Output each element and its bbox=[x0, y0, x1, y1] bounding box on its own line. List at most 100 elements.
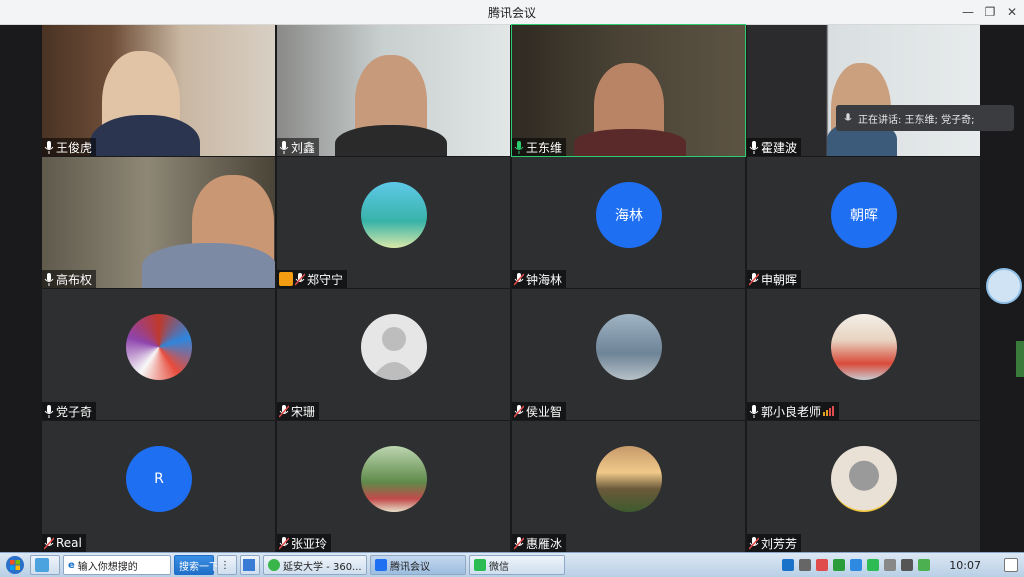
avatar-photo bbox=[596, 446, 662, 512]
mic-icon bbox=[44, 140, 54, 154]
wechat-tray-icon[interactable] bbox=[867, 559, 880, 571]
notification-icon[interactable] bbox=[1004, 558, 1018, 572]
start-button[interactable] bbox=[0, 553, 30, 577]
side-panel-handle[interactable] bbox=[1016, 341, 1024, 377]
mic-muted-icon bbox=[295, 272, 305, 286]
participant-name: 刘芳芳 bbox=[761, 536, 798, 551]
avatar-photo bbox=[831, 314, 897, 380]
mic-muted-icon bbox=[514, 404, 524, 418]
participant-tile[interactable]: 郑守宁 bbox=[277, 157, 510, 288]
tray-icon[interactable] bbox=[816, 559, 829, 571]
mic-muted-icon bbox=[279, 536, 289, 550]
minimize-button[interactable]: — bbox=[958, 3, 978, 21]
speaking-text: 正在讲话: 王东维; 党子奇; bbox=[858, 114, 975, 126]
taskbar-window-wechat[interactable]: 微信 bbox=[469, 555, 565, 575]
participant-tile[interactable]: 霍建波 bbox=[747, 25, 980, 156]
person-body bbox=[142, 243, 275, 288]
taskbar-window-label: 微信 bbox=[489, 561, 509, 573]
participant-tile[interactable]: 惠雁冰 bbox=[512, 421, 745, 552]
mic-icon bbox=[844, 112, 852, 120]
participant-tile[interactable]: 刘鑫 bbox=[277, 25, 510, 156]
avatar-photo bbox=[361, 446, 427, 512]
windows-logo-icon bbox=[6, 556, 24, 574]
browser-360-icon bbox=[268, 559, 280, 571]
tray-icon[interactable] bbox=[918, 559, 931, 571]
tray-icon[interactable] bbox=[782, 559, 795, 571]
taskbar-window-tencent-meeting[interactable]: 腾讯会议 bbox=[370, 555, 466, 575]
mic-icon bbox=[749, 140, 759, 154]
window-title: 腾讯会议 bbox=[487, 6, 536, 20]
name-bar: 高布权 bbox=[42, 270, 97, 288]
mic-icon bbox=[44, 272, 54, 286]
search-input[interactable]: e 输入你想搜的 bbox=[63, 555, 171, 575]
name-bar: 申朝晖 bbox=[747, 270, 802, 288]
restore-button[interactable]: ❐ bbox=[980, 3, 1000, 21]
participant-tile[interactable]: 刘芳芳 bbox=[747, 421, 980, 552]
name-bar: 张亚玲 bbox=[277, 534, 332, 552]
clock[interactable]: 10:07 bbox=[949, 559, 981, 572]
name-bar: 刘芳芳 bbox=[747, 534, 802, 552]
avatar-photo bbox=[596, 314, 662, 380]
taskbar-window-360[interactable]: 延安大学 - 360... bbox=[263, 555, 367, 575]
mic-speaking-icon bbox=[514, 140, 524, 154]
name-bar: 王俊虎 bbox=[42, 138, 97, 156]
volume-icon[interactable] bbox=[884, 559, 897, 571]
name-bar: 惠雁冰 bbox=[512, 534, 567, 552]
participant-tile[interactable]: 郭小良老师 bbox=[747, 289, 980, 420]
avatar-initials: 朝晖 bbox=[831, 182, 897, 248]
name-bar: 刘鑫 bbox=[277, 138, 320, 156]
avatar-initials: R bbox=[126, 446, 192, 512]
participant-tile[interactable]: 党子奇 bbox=[42, 289, 275, 420]
participant-tile-active-speaker[interactable]: 王东维 bbox=[511, 24, 746, 157]
participant-tile[interactable]: 海林 钟海林 bbox=[512, 157, 745, 288]
close-button[interactable]: ✕ bbox=[1002, 3, 1022, 21]
participant-name: 郭小良老师 bbox=[761, 404, 822, 419]
mic-muted-icon bbox=[279, 404, 289, 418]
avatar-photo bbox=[126, 314, 192, 380]
taskbar: e 输入你想搜的 搜索一下 ⋮ 延安大学 - 360... 腾讯会议 微信 10… bbox=[0, 552, 1024, 577]
signal-strength-icon bbox=[823, 406, 835, 416]
participant-name: 惠雁冰 bbox=[526, 536, 563, 551]
participant-tile[interactable]: 朝晖 申朝晖 bbox=[747, 157, 980, 288]
avatar-photo bbox=[831, 446, 897, 512]
taskbar-app-icon[interactable] bbox=[240, 555, 260, 575]
name-bar: 郭小良老师 bbox=[747, 402, 840, 420]
input-method-icon[interactable] bbox=[799, 559, 812, 571]
participant-tile[interactable]: 高布权 bbox=[42, 157, 275, 288]
mic-icon bbox=[749, 404, 759, 418]
avatar-initials: 海林 bbox=[596, 182, 662, 248]
participant-name: Real bbox=[56, 536, 82, 550]
mic-muted-icon bbox=[749, 272, 759, 286]
network-icon[interactable] bbox=[901, 559, 914, 571]
participant-name: 霍建波 bbox=[761, 140, 798, 155]
participant-name: 宋珊 bbox=[291, 404, 316, 419]
name-bar: 王东维 bbox=[512, 138, 567, 156]
participant-name: 钟海林 bbox=[526, 272, 563, 287]
name-bar: 霍建波 bbox=[747, 138, 802, 156]
search-button[interactable]: 搜索一下 bbox=[174, 555, 219, 575]
participant-tile[interactable]: 侯业智 bbox=[512, 289, 745, 420]
avatar-photo bbox=[361, 182, 427, 248]
quick-launch[interactable] bbox=[30, 555, 60, 575]
assistant-bubble-icon[interactable] bbox=[986, 268, 1022, 304]
participant-name: 王俊虎 bbox=[56, 140, 93, 155]
participant-name: 高布权 bbox=[56, 272, 93, 287]
tray-icon[interactable] bbox=[850, 559, 863, 571]
speaking-indicator: 正在讲话: 王东维; 党子奇; bbox=[836, 105, 1014, 131]
participant-tile[interactable]: 张亚玲 bbox=[277, 421, 510, 552]
participant-name: 侯业智 bbox=[526, 404, 563, 419]
grid-icon[interactable]: ⋮ bbox=[217, 555, 237, 575]
mic-muted-icon bbox=[514, 272, 524, 286]
participant-tile[interactable]: 王俊虎 bbox=[42, 25, 275, 156]
search-placeholder: 输入你想搜的 bbox=[77, 561, 138, 573]
mic-muted-icon bbox=[749, 536, 759, 550]
taskbar-window-label: 延安大学 - 360... bbox=[283, 561, 362, 573]
participant-tile[interactable]: 宋珊 bbox=[277, 289, 510, 420]
participant-tile[interactable]: R Real bbox=[42, 421, 275, 552]
default-avatar-icon bbox=[361, 314, 427, 380]
participant-name: 张亚玲 bbox=[291, 536, 328, 551]
system-tray: 10:07 bbox=[782, 558, 1024, 572]
shield-icon[interactable] bbox=[833, 559, 846, 571]
name-bar: 郑守宁 bbox=[277, 270, 348, 288]
person-body bbox=[335, 125, 447, 156]
